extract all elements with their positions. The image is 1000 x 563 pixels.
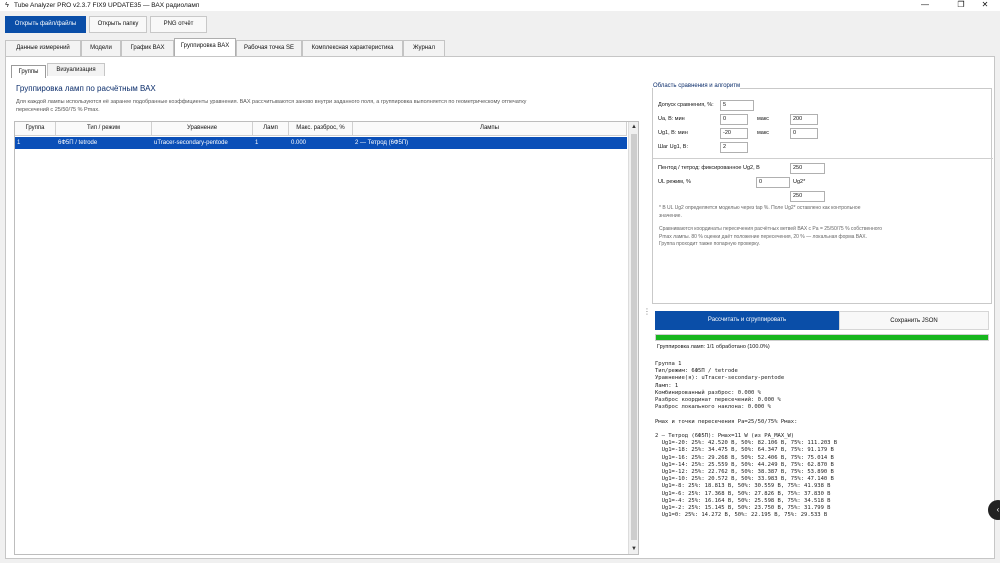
tab-iv-grouping[interactable]: Группировка ВАХ — [174, 38, 236, 56]
cell-tube-count: 1 — [255, 140, 259, 146]
tab-models[interactable]: Модели — [81, 40, 121, 56]
cell-max-spread: 0.000 — [291, 140, 307, 146]
ug1-min-label: Ug1, В: мин — [658, 130, 688, 136]
title-bar: ϟ Tube Analyzer PRO v2.3.7 FIX9 UPDATE35… — [0, 0, 1000, 11]
main-tab-bar: Данные измерений Модели График ВАХ Групп… — [0, 38, 1000, 56]
minimize-button[interactable]: — — [910, 0, 940, 11]
subtab-groups[interactable]: Группы — [11, 65, 46, 78]
table-row[interactable]: 1 6Ф5П / tetrode uTracer-secondary-pento… — [15, 137, 627, 149]
divider — [653, 158, 993, 159]
progress-bar — [655, 334, 989, 341]
algorithm-panel: Область сравнения и алгоритм Допуск срав… — [652, 82, 993, 557]
cell-type-mode: 6Ф5П / tetrode — [58, 140, 98, 146]
tolerance-label: Допуск сравнения, %: — [658, 102, 714, 108]
cell-tubes: 2 — Тетрод (6Ф5П) — [355, 140, 409, 146]
window-title: Tube Analyzer PRO v2.3.7 FIX9 UPDATE35 —… — [14, 2, 200, 9]
subtab-visualization[interactable]: Визуализация — [47, 63, 105, 76]
progress-fill — [656, 335, 988, 340]
tab-se-operating-point[interactable]: Рабочая точка SE — [236, 40, 302, 56]
comparison-settings-group: Область сравнения и алгоритм Допуск срав… — [652, 83, 993, 304]
toolbar: Открыть файл/файлы Открыть папку PNG отч… — [0, 11, 1000, 39]
ua-max-label: макс — [757, 116, 770, 122]
cell-group: 1 — [17, 140, 21, 146]
results-output: Группа 1 Тип/режим: 6Ф5П / tetrode Уравн… — [655, 361, 838, 519]
grouping-panel: Группы Визуализация Группировка ламп по … — [5, 56, 995, 559]
ua-min-label: Ua, В: мин — [658, 116, 685, 122]
group-title: Область сравнения и алгоритм — [653, 83, 741, 89]
tab-log[interactable]: Журнал — [403, 40, 445, 56]
ul-note: * В UL Ug2 определяется моделью через ta… — [659, 205, 861, 219]
ua-min-input[interactable]: 0 — [720, 114, 748, 125]
section-title: Группировка ламп по расчётным ВАХ — [16, 84, 156, 93]
tube-icon: ϟ — [5, 2, 9, 9]
column-header[interactable]: Ламп — [253, 122, 289, 136]
open-files-button[interactable]: Открыть файл/файлы — [5, 16, 86, 33]
ua-max-input[interactable]: 200 — [790, 114, 818, 125]
cell-equation: uTracer-secondary-pentode — [154, 140, 228, 146]
ul-unit-label: Ug2* — [793, 179, 806, 185]
scroll-up-icon[interactable]: ▲ — [629, 122, 639, 132]
tolerance-input[interactable]: 5 — [720, 100, 754, 111]
ul-input[interactable]: 0 — [756, 177, 790, 188]
ug2-label: Пентод / тетрод: фиксированное Ug2, В — [658, 165, 760, 171]
algorithm-note: Сравниваются координаты пересечения расч… — [659, 226, 883, 247]
table-scrollbar[interactable]: ▲ ▼ — [628, 122, 638, 554]
ug1-max-input[interactable]: 0 — [790, 128, 818, 139]
splitter-handle[interactable]: ⋮ — [643, 307, 651, 316]
close-button[interactable]: ✕ — [970, 0, 1000, 11]
column-header[interactable]: Макс. разброс, % — [289, 122, 353, 136]
ug1-min-input[interactable]: -20 — [720, 128, 748, 139]
groups-table: Группа Тип / режим Уравнение Ламп Макс. … — [14, 121, 639, 555]
groups-left-panel: Группировка ламп по расчётным ВАХ Для ка… — [13, 78, 643, 556]
ug2-input[interactable]: 250 — [790, 163, 825, 174]
scroll-down-icon[interactable]: ▼ — [629, 544, 639, 554]
section-description: Для каждой лампы используются её заранее… — [16, 99, 527, 113]
progress-label: Группировка ламп: 1/1 обработано (100.0%… — [657, 344, 770, 350]
scrollbar-thumb[interactable] — [631, 134, 637, 540]
column-header[interactable]: Тип / режим — [56, 122, 152, 136]
ug1-max-label: макс — [757, 130, 770, 136]
tab-iv-chart[interactable]: График ВАХ — [121, 40, 174, 56]
step-label: Шаг Ug1, В: — [658, 144, 688, 150]
tab-measurements[interactable]: Данные измерений — [5, 40, 81, 56]
calculate-group-button[interactable]: Рассчитать и сгруппировать — [655, 311, 839, 330]
ul-label: UL режим, % — [658, 179, 691, 185]
ug2-star-field[interactable]: 250 — [790, 191, 825, 202]
png-report-button[interactable]: PNG отчёт — [150, 16, 207, 33]
column-header[interactable]: Лампы — [353, 122, 627, 136]
step-input[interactable]: 2 — [720, 142, 748, 153]
column-header[interactable]: Группа — [15, 122, 56, 136]
open-folder-button[interactable]: Открыть папку — [89, 16, 147, 33]
column-header[interactable]: Уравнение — [152, 122, 253, 136]
save-json-button[interactable]: Сохранить JSON — [839, 311, 989, 330]
tab-complex-characteristic[interactable]: Комплексная характеристика — [302, 40, 403, 56]
